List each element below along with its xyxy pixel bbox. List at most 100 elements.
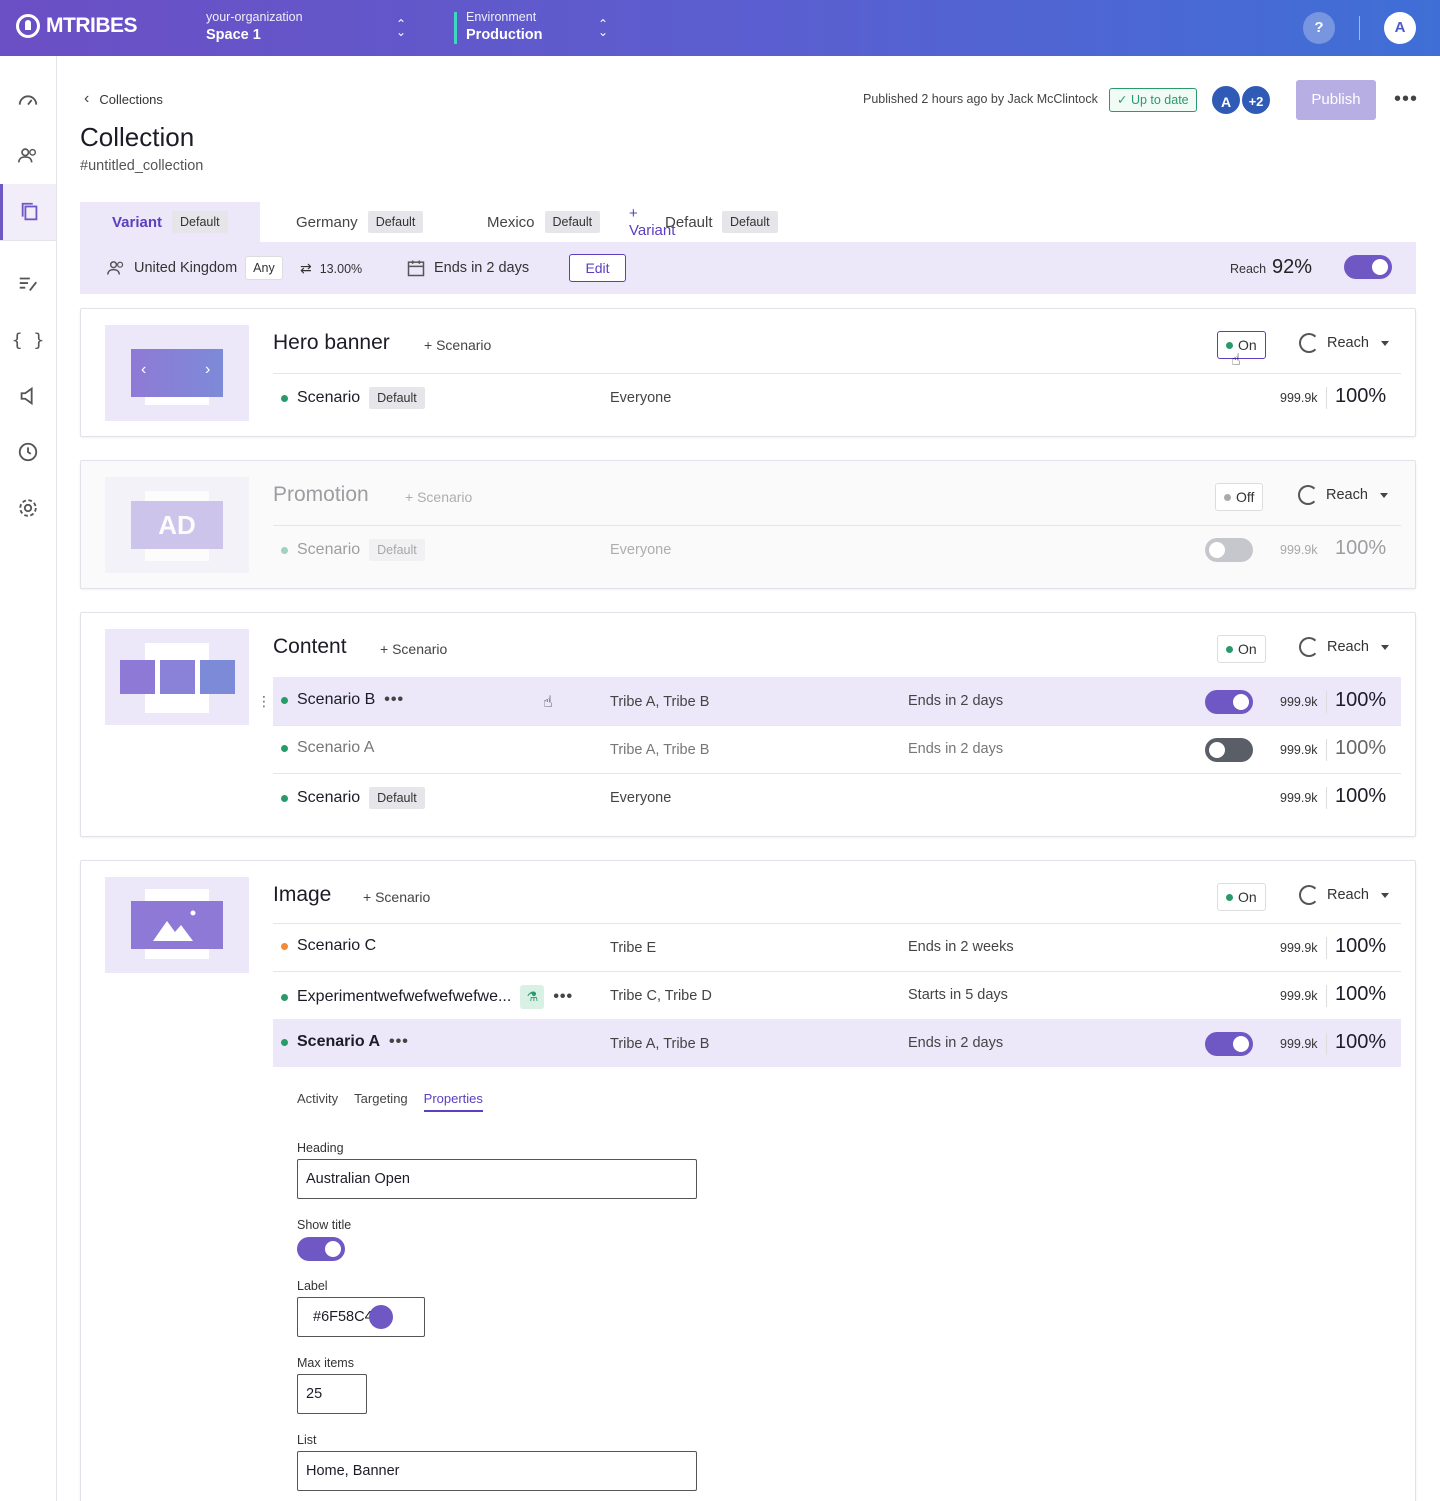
show-title-toggle[interactable] [297,1237,345,1261]
scenario-tribes: Tribe E [610,940,657,956]
heading-input[interactable]: Australian Open [297,1159,697,1199]
status-toggle-on[interactable]: On [1217,635,1266,663]
space-selector[interactable]: your-organization Space 1 [206,10,303,43]
tile-image [160,660,195,694]
status-toggle-off[interactable]: Off [1215,483,1264,511]
scenario-schedule: Ends in 2 days [908,1035,1004,1051]
brand-logo[interactable]: MTRIBES [16,14,138,38]
scenario-row[interactable]: Scenario A Tribe A, Tribe B Ends in 2 da… [273,725,1401,773]
divider [1326,1033,1327,1055]
reach-dropdown-label: Reach [1327,887,1369,903]
scenario-name: Scenario Default [281,787,425,809]
reach-dropdown[interactable]: Reach [1299,885,1389,905]
divider [1326,937,1327,959]
any-badge: Any [245,256,283,280]
updown-chevron-icon[interactable]: ⌃ ⌄ [396,18,406,38]
scenario-name: Scenario B ••• [281,691,404,709]
scenario-name: Scenario Default [281,539,425,561]
scenario-toggle[interactable] [1205,690,1253,714]
space-name: Space 1 [206,27,261,43]
scenario-row[interactable]: Scenario Default Everyone 999.9k 100% [273,525,1401,573]
variant-toggle[interactable] [1344,255,1392,279]
scenario-reach: 100% [1335,385,1387,407]
add-scenario-button[interactable]: + Scenario [424,337,491,353]
scenario-row[interactable]: Scenario Default Everyone 999.9k 100% [273,773,1401,821]
top-bar: MTRIBES your-organization Space 1 ⌃ ⌄ Env… [0,0,1440,56]
collections-icon [21,202,37,221]
sidebar-item-editor[interactable] [0,256,56,312]
scenario-toggle[interactable] [1205,738,1253,762]
scenario-reach: 100% [1335,935,1387,957]
environment-selector[interactable]: Environment Production [466,10,543,43]
status-toggle-on[interactable]: On [1217,331,1266,359]
more-options-icon[interactable]: ••• [553,988,573,1006]
user-avatar[interactable]: A [1384,12,1416,44]
more-options-icon[interactable]: ••• [1394,88,1418,111]
tab-overlay-label: Default [665,213,713,231]
gear-icon [19,499,37,517]
scenario-count: 999.9k [1280,695,1318,709]
sidebar-item-schema[interactable]: { } [0,312,56,368]
reach-dropdown[interactable]: Reach [1298,485,1388,505]
tab-mexico[interactable]: Mexico Default [487,202,601,242]
avatar-more[interactable]: +2 [1240,84,1272,116]
status-dot [281,394,288,402]
reach-dropdown[interactable]: Reach [1299,333,1389,353]
help-button[interactable]: ? [1303,12,1335,44]
edit-button[interactable]: Edit [569,254,626,282]
add-scenario-button[interactable]: + Scenario [405,489,472,505]
scenario-row[interactable]: Scenario Default Everyone 999.9k 100% [273,373,1401,421]
add-scenario-button[interactable]: + Scenario [363,889,430,905]
divider [1359,16,1360,40]
color-swatch[interactable] [369,1305,393,1329]
max-items-input[interactable]: 25 [297,1374,367,1414]
sidebar: { } [0,56,57,1501]
divider [1326,787,1327,809]
tab-germany[interactable]: Germany Default [296,202,424,242]
reach-dropdown-label: Reach [1327,639,1369,655]
scenario-toggle[interactable] [1205,1032,1253,1056]
scenario-row[interactable]: Scenario C Tribe E Ends in 2 weeks 999.9… [273,923,1401,971]
scenario-row[interactable]: Scenario B ••• ☝ Tribe A, Tribe B Ends in… [273,677,1401,725]
scenario-name: Experimentwefwefwefwefwe... ⚗ ••• [281,985,573,1009]
default-badge: Default [722,211,778,233]
sidebar-item-history[interactable] [0,424,56,480]
tab-targeting[interactable]: Targeting [354,1091,407,1112]
sidebar-item-collections[interactable] [0,184,56,240]
split: ⇄ 13.00% [300,260,362,277]
scenario-toggle[interactable] [1205,538,1253,562]
scenario-reach: 100% [1335,1031,1387,1053]
scenario-tribes: Tribe A, Tribe B [610,694,710,710]
list-input[interactable]: Home, Banner [297,1451,697,1491]
scenario-label: Scenario [297,789,361,806]
scenario-count: 999.9k [1280,941,1318,955]
tab-extra[interactable]: Default [722,202,778,242]
scenario-row[interactable]: Experimentwefwefwefwefwe... ⚗ ••• Tribe C,… [273,971,1401,1019]
more-options-icon[interactable]: ••• [389,1033,409,1051]
sidebar-item-announcements[interactable] [0,368,56,424]
status-badge: ✓ Up to date [1109,88,1197,112]
scenario-row[interactable]: Scenario A ••• Tribe A, Tribe B Ends in 2… [273,1019,1401,1067]
add-scenario-button[interactable]: + Scenario [380,641,447,657]
reach-value: 92% [1272,256,1313,278]
publish-button[interactable]: Publish [1296,80,1376,120]
sidebar-item-settings[interactable] [0,480,56,536]
scenario-tribes: Tribe C, Tribe D [610,988,712,1004]
more-options-icon[interactable]: ••• [384,691,404,709]
updown-chevron-icon[interactable]: ⌃ ⌄ [598,18,608,38]
scenario-count: 999.9k [1280,791,1318,805]
tab-properties[interactable]: Properties [423,1091,483,1112]
sidebar-item-dashboard[interactable] [0,72,56,128]
reach-dropdown[interactable]: Reach [1299,637,1389,657]
label-color-input[interactable]: #6F58C4 [297,1297,425,1337]
avatar[interactable]: A [1210,84,1242,116]
sidebar-item-tribes[interactable] [0,128,56,184]
tab-variant[interactable]: Variant Default [80,202,260,242]
breadcrumb-collections[interactable]: Collections [99,92,163,107]
breadcrumb[interactable]: ‹ Collections [84,90,163,108]
status-dot [1226,341,1233,349]
content-thumbnail [105,629,249,725]
schedule: Ends in 2 days [406,258,529,278]
status-toggle-on[interactable]: On [1217,883,1266,911]
tab-activity[interactable]: Activity [297,1091,338,1112]
